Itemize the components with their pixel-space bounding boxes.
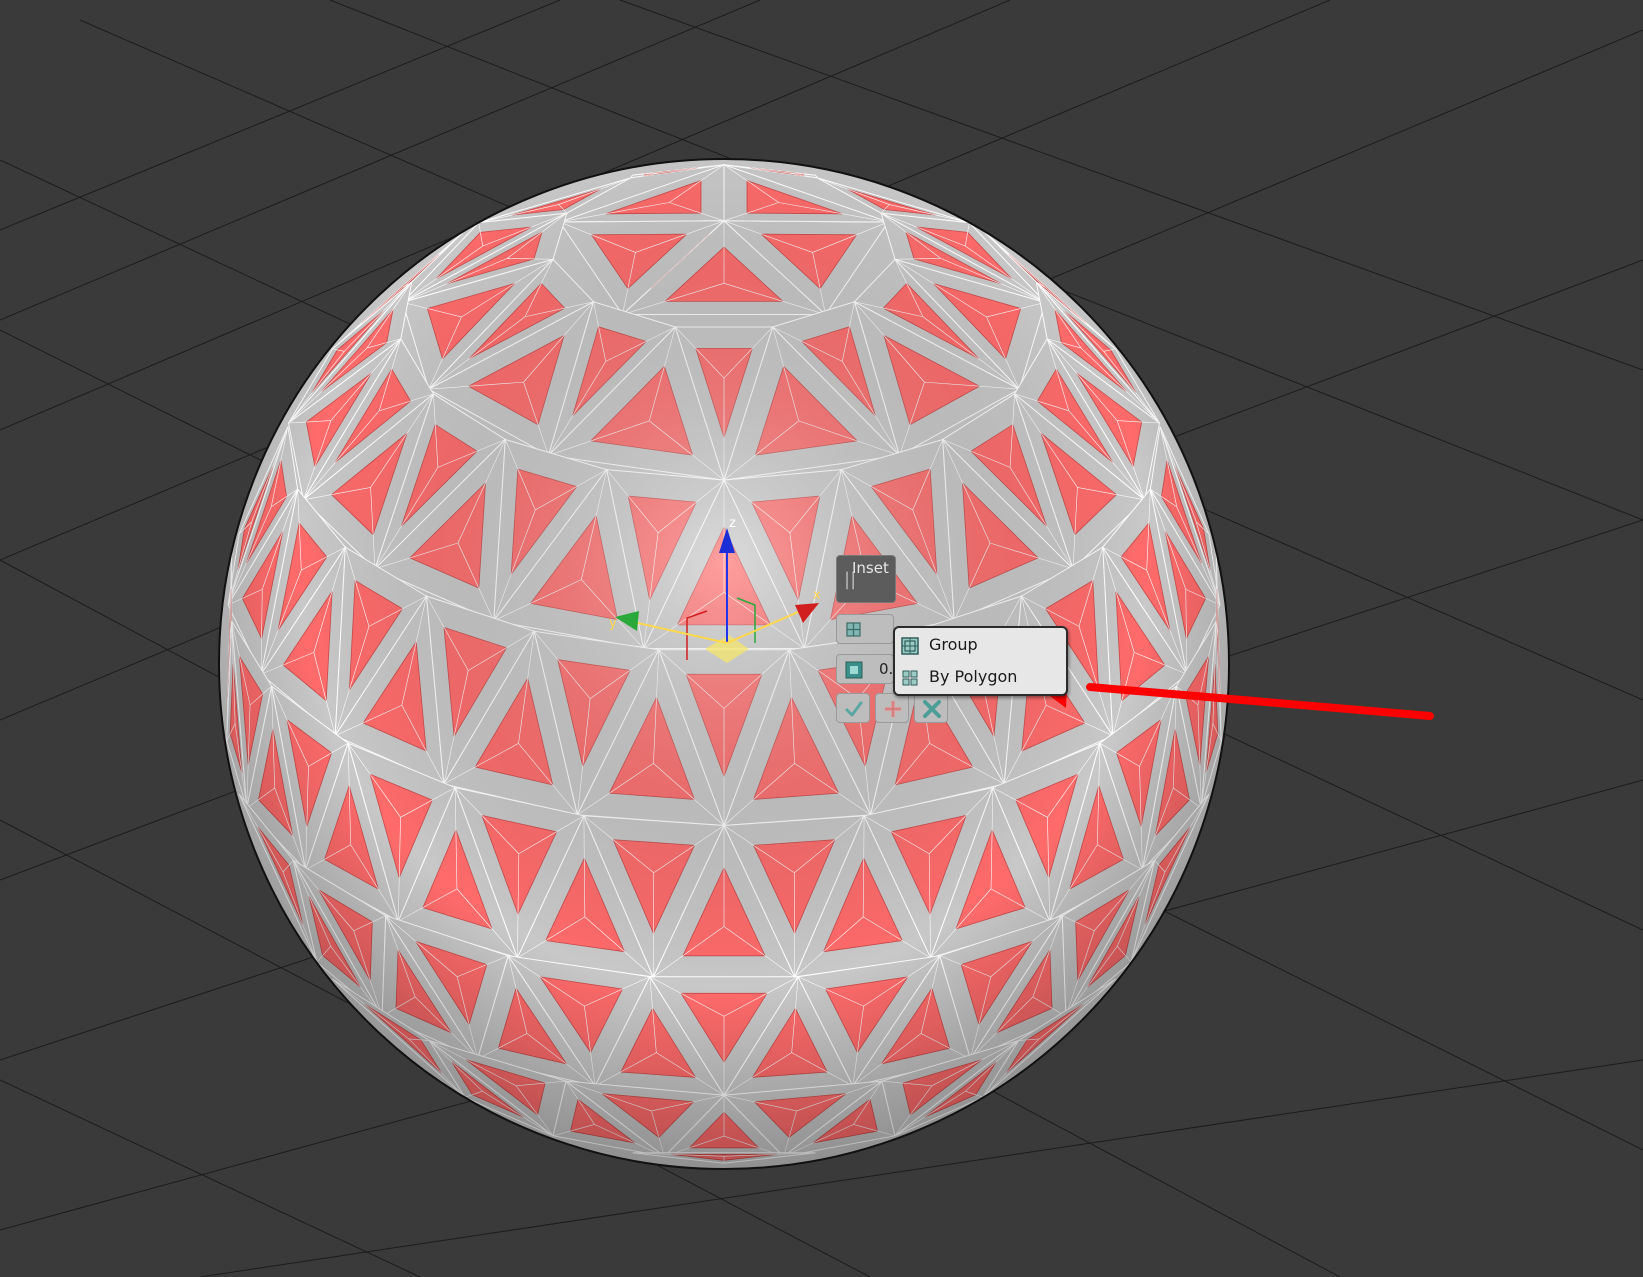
dropdown-item-by-polygon[interactable]: By Polygon	[899, 663, 1063, 693]
group-icon	[901, 637, 919, 655]
geodesic-sphere[interactable]	[218, 158, 1230, 1170]
inset-type-dropdown[interactable]: Group By Polygon	[893, 626, 1068, 696]
dropdown-item-group-label: Group	[929, 635, 978, 654]
viewport[interactable]: z x y	[0, 0, 1643, 1277]
inset-type-icon	[846, 622, 861, 637]
dropdown-item-group[interactable]: Group	[899, 631, 1063, 661]
apply-and-continue-button[interactable]	[875, 693, 909, 723]
close-icon	[923, 700, 941, 718]
by-polygon-icon	[902, 670, 918, 686]
sphere-shading	[219, 159, 1229, 1169]
inset-caddy-title[interactable]: || Inset	[836, 555, 896, 603]
gizmo-x-label: x	[813, 588, 821, 603]
inset-type-button[interactable]	[836, 614, 894, 644]
inset-amount-icon	[845, 661, 863, 679]
gizmo-y-label: y	[609, 616, 617, 631]
plus-icon	[885, 701, 901, 717]
inset-amount-value[interactable]: 0.	[879, 660, 893, 678]
checkmark-icon	[845, 701, 863, 717]
cancel-button[interactable]	[914, 693, 948, 723]
caddy-title-label: Inset	[852, 559, 889, 577]
dropdown-item-by-polygon-label: By Polygon	[929, 667, 1018, 686]
gizmo-z-label: z	[729, 516, 736, 531]
ok-button[interactable]	[836, 693, 870, 723]
inset-amount-spinner[interactable]: 0.	[836, 654, 894, 684]
